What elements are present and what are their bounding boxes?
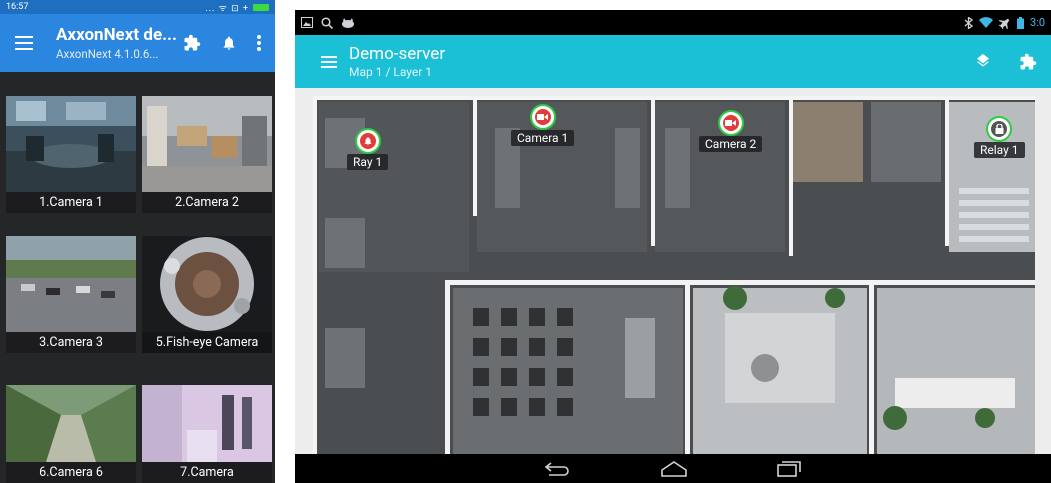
phone-status-time: 16:57 xyxy=(6,2,29,12)
more-vert-icon[interactable] xyxy=(257,35,261,51)
back-icon[interactable] xyxy=(545,461,571,476)
menu-icon[interactable] xyxy=(309,55,349,68)
wifi-icon xyxy=(978,17,993,28)
camera-tile[interactable]: 7.Camera xyxy=(142,385,272,483)
home-icon[interactable] xyxy=(661,460,687,477)
camera-tile[interactable]: 5.Fish-eye Camera xyxy=(142,236,272,353)
menu-icon[interactable] xyxy=(8,36,40,50)
camera-feed-image xyxy=(6,96,136,192)
tablet-status-right: 3:0 xyxy=(964,16,1045,29)
camera-feed-image xyxy=(142,236,272,332)
phone-status-bar: 16:57 ... ᯤ ⊡ + xyxy=(0,0,275,14)
relay-pin[interactable] xyxy=(988,118,1011,140)
marker-label: Relay 1 xyxy=(974,142,1025,158)
battery-icon xyxy=(253,3,269,11)
phone-appbar-actions xyxy=(183,34,267,52)
puzzle-icon[interactable] xyxy=(183,34,201,52)
screenshot-root: 16:57 ... ᯤ ⊡ + AxxonNext de... AxxonNex… xyxy=(0,0,1051,483)
phone-title-block: AxxonNext de... AxxonNext 4.1.0.6... xyxy=(40,25,183,61)
camera-pin[interactable] xyxy=(531,106,554,128)
image-icon xyxy=(301,17,313,29)
search-icon xyxy=(321,16,333,29)
camera-tile[interactable]: 1.Camera 1 xyxy=(6,96,136,213)
camera-tile[interactable]: 6.Camera 6 xyxy=(6,385,136,483)
bell-icon xyxy=(359,133,376,149)
alarm-pin[interactable] xyxy=(356,130,379,152)
floor-plan-image xyxy=(295,88,1051,454)
map-marker-ray[interactable]: Ray 1 xyxy=(347,130,389,170)
android-nav-bar xyxy=(295,454,1051,483)
tablet-app-bar: Demo-server Map 1 / Layer 1 xyxy=(295,35,1051,88)
camera-feed-image xyxy=(6,385,136,462)
bell-icon[interactable] xyxy=(221,34,237,52)
phone-app-bar: AxxonNext de... AxxonNext 4.1.0.6... xyxy=(0,14,275,72)
phone-status-right: ... ᯤ ⊡ + xyxy=(205,3,249,14)
marker-label: Camera 1 xyxy=(511,130,575,146)
phone-screen: 16:57 ... ᯤ ⊡ + AxxonNext de... AxxonNex… xyxy=(0,0,275,483)
bluetooth-icon xyxy=(964,16,973,29)
recents-icon[interactable] xyxy=(777,460,801,477)
camera-label: 6.Camera 6 xyxy=(6,462,136,483)
tablet-app-subtitle: Map 1 / Layer 1 xyxy=(349,65,433,79)
camera-label: 7.Camera xyxy=(142,462,272,483)
marker-label: Camera 2 xyxy=(699,136,763,152)
tablet-status-time: 3:0 xyxy=(1029,16,1045,29)
map-marker-relay-1[interactable]: Relay 1 xyxy=(974,118,1025,158)
puzzle-icon[interactable] xyxy=(1019,53,1037,71)
marker-label: Ray 1 xyxy=(347,154,389,170)
video-camera-icon xyxy=(534,109,551,125)
tablet-title-block: Demo-server Map 1 / Layer 1 xyxy=(349,44,975,79)
phone-status-icons: ... ᯤ ⊡ + xyxy=(205,1,269,14)
camera-label: 1.Camera 1 xyxy=(6,192,136,213)
phone-app-subtitle: AxxonNext 4.1.0.6... xyxy=(56,47,159,61)
tablet-appbar-actions xyxy=(975,53,1037,71)
cat-icon xyxy=(341,17,355,29)
tablet-status-left xyxy=(301,16,355,29)
camera-feed-image xyxy=(142,385,272,462)
camera-feed-image xyxy=(142,96,272,192)
map-marker-camera-2[interactable]: Camera 2 xyxy=(699,112,763,152)
camera-label: 3.Camera 3 xyxy=(6,332,136,353)
camera-pin[interactable] xyxy=(719,112,742,134)
map-marker-camera-1[interactable]: Camera 1 xyxy=(511,106,575,146)
battery-icon xyxy=(1016,16,1024,29)
camera-label: 2.Camera 2 xyxy=(142,192,272,213)
tablet-screen: 3:0 Demo-server Map 1 / Layer 1 Ray 1 Ca… xyxy=(295,10,1051,483)
tablet-app-title: Demo-server xyxy=(349,44,446,64)
phone-app-title: AxxonNext de... xyxy=(56,25,177,45)
camera-label: 5.Fish-eye Camera xyxy=(142,332,272,353)
floor-plan-map[interactable]: Ray 1 Camera 1 Camera 2 Relay 1 xyxy=(295,88,1051,454)
tablet-status-bar: 3:0 xyxy=(295,10,1051,35)
airplane-icon xyxy=(998,17,1011,29)
camera-tile[interactable]: 3.Camera 3 xyxy=(6,236,136,353)
lock-icon xyxy=(991,121,1008,137)
camera-tile[interactable]: 2.Camera 2 xyxy=(142,96,272,213)
video-camera-icon xyxy=(722,115,739,131)
layers-icon[interactable] xyxy=(975,53,991,70)
camera-feed-image xyxy=(6,236,136,332)
